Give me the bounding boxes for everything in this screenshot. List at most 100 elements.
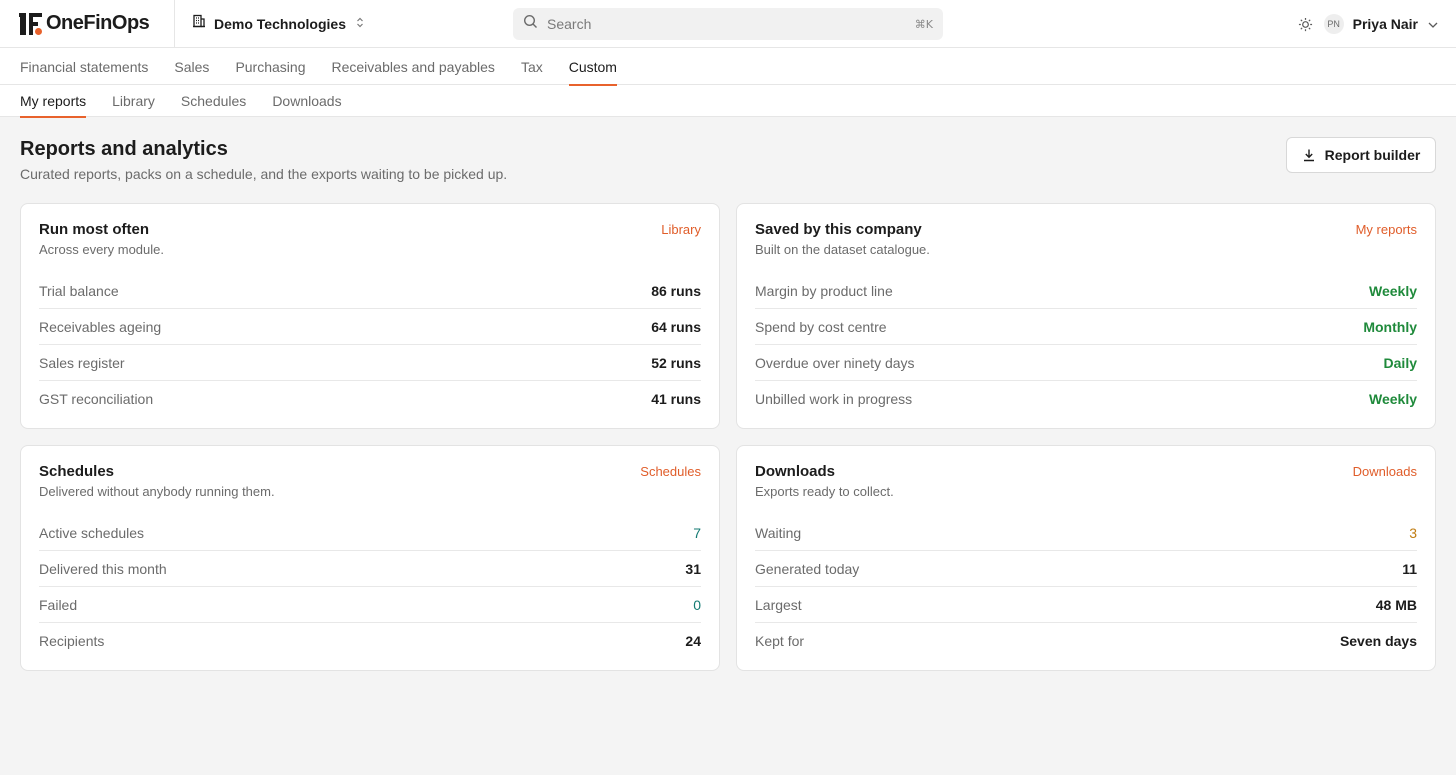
- row-label: Receivables ageing: [39, 318, 162, 335]
- list-item[interactable]: Receivables ageing 64 runs: [39, 309, 701, 345]
- list-item[interactable]: Unbilled work in progress Weekly: [755, 381, 1417, 417]
- reports-grid: Run most often Across every module. Libr…: [0, 203, 1456, 671]
- tab-receivables-and-payables[interactable]: Receivables and payables: [331, 48, 494, 85]
- row-label: Failed: [39, 596, 78, 613]
- list-item: Active schedules 7: [39, 515, 701, 551]
- chevron-updown-icon: [356, 15, 372, 33]
- tab-downloads[interactable]: Downloads: [272, 85, 341, 117]
- list-item: Recipients 24: [39, 623, 701, 659]
- row-label: Sales register: [39, 354, 125, 371]
- schedules-link[interactable]: Schedules: [640, 464, 701, 479]
- search-bar[interactable]: ⌘K: [513, 8, 943, 40]
- report-builder-label: Report builder: [1324, 147, 1421, 163]
- my-reports-link[interactable]: My reports: [1356, 222, 1417, 237]
- row-label: Overdue over ninety days: [755, 354, 915, 371]
- card-downloads: Downloads Exports ready to collect. Down…: [736, 445, 1436, 671]
- row-label: Trial balance: [39, 282, 119, 299]
- row-label: Margin by product line: [755, 282, 893, 299]
- row-value: 52 runs: [651, 354, 701, 371]
- chevron-down-icon[interactable]: [1428, 15, 1438, 33]
- row-label: Waiting: [755, 524, 802, 541]
- stat-value: 11: [1402, 560, 1417, 577]
- list-item[interactable]: Trial balance 86 runs: [39, 273, 701, 309]
- row-label: Active schedules: [39, 524, 145, 541]
- list-item[interactable]: Spend by cost centre Monthly: [755, 309, 1417, 345]
- card-title: Downloads: [755, 463, 836, 480]
- page-title: Reports and analytics: [20, 138, 228, 160]
- row-label: Recipients: [39, 633, 105, 649]
- brand-logo[interactable]: OneFinOps: [0, 0, 175, 48]
- stat-value: 0: [693, 596, 701, 613]
- list-item[interactable]: Overdue over ninety days Daily: [755, 345, 1417, 381]
- list-item: Delivered this month 31: [39, 551, 701, 587]
- sun-icon[interactable]: [1296, 14, 1316, 34]
- card-subtitle: Delivered without anybody running them.: [39, 484, 275, 499]
- list-item: Failed 0: [39, 587, 701, 623]
- list-item[interactable]: Margin by product line Weekly: [755, 273, 1417, 309]
- primary-nav: Financial statements Sales Purchasing Re…: [0, 48, 1456, 86]
- search-input[interactable]: [547, 16, 915, 32]
- card-run-most-often: Run most often Across every module. Libr…: [20, 203, 720, 429]
- brand-name: OneFinOps: [46, 12, 150, 34]
- card-subtitle: Exports ready to collect.: [755, 484, 894, 499]
- avatar[interactable]: PN: [1323, 14, 1344, 34]
- tab-custom[interactable]: Custom: [568, 48, 618, 86]
- user-name[interactable]: Priya Nair: [1353, 16, 1418, 32]
- search-shortcut: ⌘K: [914, 17, 933, 31]
- row-label: Largest: [755, 596, 802, 613]
- row-value: 41 runs: [651, 391, 701, 407]
- row-label: Kept for: [755, 633, 805, 649]
- tab-tax[interactable]: Tax: [521, 48, 543, 85]
- stat-value: 31: [685, 560, 701, 577]
- row-label: GST reconciliation: [39, 391, 154, 407]
- card-saved-by-company: Saved by this company Built on the datas…: [736, 203, 1436, 429]
- logo-mark-icon: [19, 12, 43, 36]
- building-icon: [192, 14, 214, 33]
- stat-value: 7: [693, 524, 701, 541]
- card-subtitle: Built on the dataset catalogue.: [755, 242, 930, 257]
- frequency-value: Weekly: [1369, 391, 1417, 407]
- user-menu: PN Priya Nair: [1296, 0, 1438, 48]
- card-title: Saved by this company: [755, 221, 922, 238]
- download-icon: [1303, 149, 1314, 162]
- frequency-value: Monthly: [1363, 318, 1417, 335]
- tab-my-reports[interactable]: My reports: [20, 85, 87, 118]
- card-schedules: Schedules Delivered without anybody runn…: [20, 445, 720, 671]
- row-value: 64 runs: [651, 318, 701, 335]
- row-label: Unbilled work in progress: [755, 391, 913, 407]
- list-item: Kept for Seven days: [755, 623, 1417, 659]
- card-subtitle: Across every module.: [39, 242, 164, 257]
- list-item[interactable]: GST reconciliation 41 runs: [39, 381, 701, 417]
- card-title: Run most often: [39, 221, 149, 238]
- top-bar: OneFinOps Demo Technologies ⌘K PN Priya …: [0, 0, 1456, 48]
- row-label: Generated today: [755, 560, 860, 577]
- list-item: Waiting 3: [755, 515, 1417, 551]
- row-value: 86 runs: [651, 282, 701, 299]
- search-icon: [523, 14, 547, 34]
- tab-sales[interactable]: Sales: [174, 48, 209, 85]
- list-item: Generated today 11: [755, 551, 1417, 587]
- secondary-nav: My reports Library Schedules Downloads: [0, 85, 1456, 118]
- list-item[interactable]: Sales register 52 runs: [39, 345, 701, 381]
- row-label: Spend by cost centre: [755, 318, 887, 335]
- downloads-link[interactable]: Downloads: [1353, 464, 1417, 479]
- list-item: Largest 48 MB: [755, 587, 1417, 623]
- tab-schedules[interactable]: Schedules: [181, 85, 246, 117]
- card-title: Schedules: [39, 463, 115, 480]
- stat-value: Seven days: [1339, 633, 1417, 649]
- stat-value: 3: [1409, 524, 1417, 541]
- company-name: Demo Technologies: [214, 15, 346, 32]
- frequency-value: Weekly: [1369, 282, 1417, 299]
- row-label: Delivered this month: [39, 560, 167, 577]
- tab-library[interactable]: Library: [112, 85, 155, 117]
- page-header: Reports and analytics Curated reports, p…: [0, 117, 1456, 203]
- page-subtitle: Curated reports, packs on a schedule, an…: [20, 166, 508, 182]
- library-link[interactable]: Library: [661, 222, 701, 237]
- stat-value: 24: [685, 633, 701, 649]
- tab-financial-statements[interactable]: Financial statements: [20, 48, 148, 85]
- company-switcher[interactable]: Demo Technologies: [175, 0, 372, 48]
- stat-value: 48 MB: [1375, 596, 1417, 613]
- frequency-value: Daily: [1383, 354, 1417, 371]
- report-builder-button[interactable]: Report builder: [1286, 137, 1436, 173]
- tab-purchasing[interactable]: Purchasing: [235, 48, 305, 85]
